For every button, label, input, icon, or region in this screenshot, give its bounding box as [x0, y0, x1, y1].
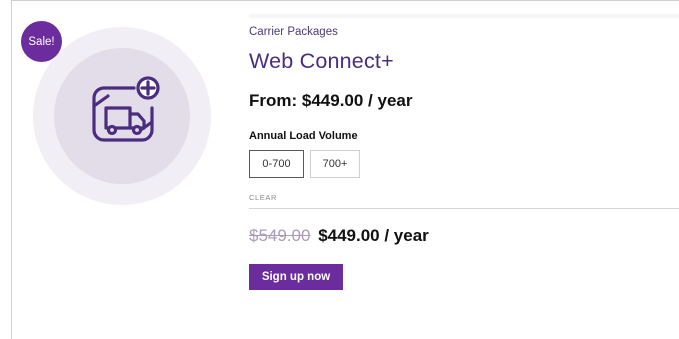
top-divider: [249, 14, 679, 18]
sale-badge-label: Sale!: [28, 35, 55, 48]
clear-link[interactable]: CLEAR: [249, 193, 277, 202]
option-0-700[interactable]: 0-700: [249, 150, 304, 178]
product-title: Web Connect+: [249, 49, 394, 73]
original-price: $549.00: [249, 226, 311, 245]
variation-label: Annual Load Volume: [249, 130, 358, 142]
truck-plus-icon: [92, 76, 160, 142]
product-category: Carrier Packages: [249, 26, 338, 38]
sale-badge: Sale!: [21, 21, 62, 62]
from-price: From: $449.00 / year: [249, 91, 413, 110]
sale-price: $449.00 / year: [318, 226, 429, 245]
option-label: 0-700: [262, 158, 291, 170]
option-label: 700+: [322, 158, 348, 170]
sign-up-button[interactable]: Sign up now: [249, 264, 343, 290]
option-700-plus[interactable]: 700+: [310, 150, 360, 178]
price-block: $549.00 $449.00 / year: [249, 226, 429, 246]
variation-divider: [249, 208, 679, 209]
